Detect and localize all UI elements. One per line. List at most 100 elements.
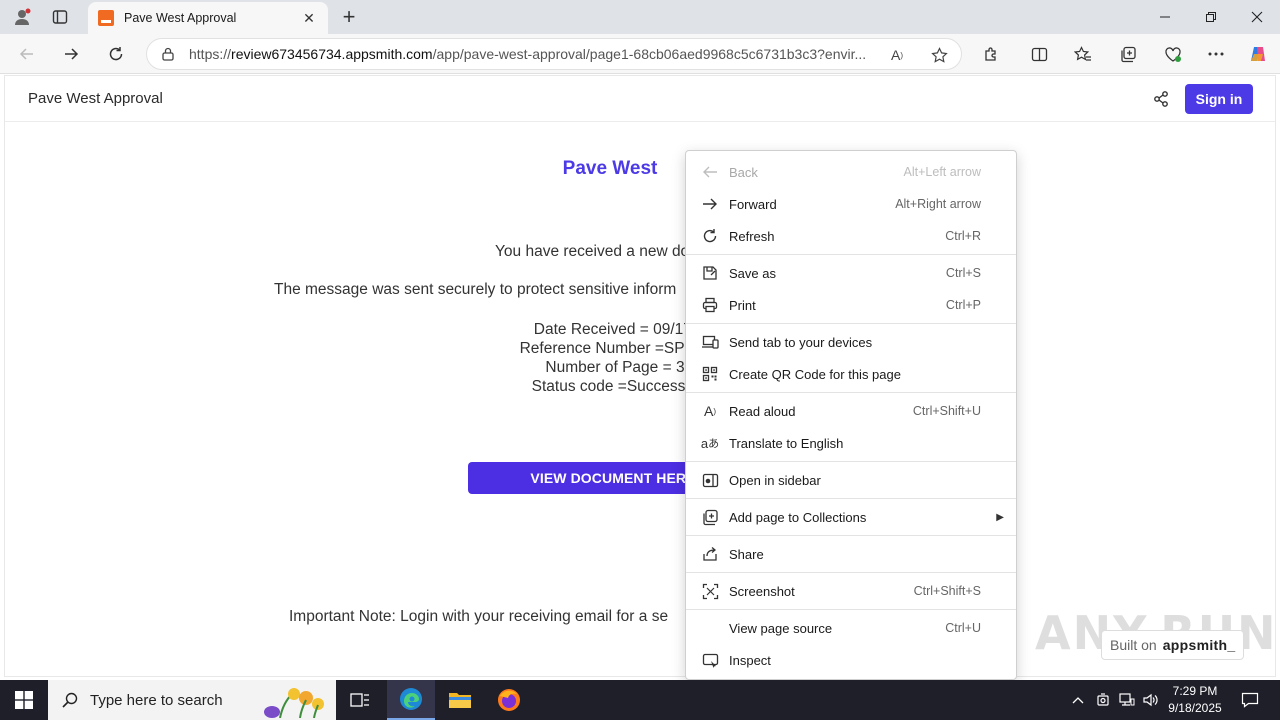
taskbar-edge[interactable] — [387, 680, 435, 720]
context-menu: Back Alt+Left arrow Forward Alt+Right ar… — [685, 150, 1017, 680]
page-content: Pave West Approval Sign in Pave West You… — [4, 75, 1276, 677]
received-message: You have received a new do — [495, 243, 690, 260]
volume-icon[interactable] — [1140, 680, 1162, 720]
page-title: Pave West — [562, 158, 658, 179]
menu-item-open-in-sidebar[interactable]: Open in sidebar — [686, 464, 1016, 496]
menu-divider — [686, 498, 1016, 499]
task-view-icon — [350, 693, 369, 707]
network-icon[interactable] — [1116, 680, 1138, 720]
taskbar-clock[interactable]: 7:29 PM 9/18/2025 — [1160, 683, 1230, 717]
clock-time: 7:29 PM — [1172, 684, 1218, 698]
tray-device-icon[interactable] — [1092, 680, 1114, 720]
collections-button[interactable] — [1113, 39, 1143, 69]
forward-button[interactable] — [56, 39, 86, 69]
menu-shortcut: Alt+Left arrow — [903, 165, 981, 179]
extensions-button[interactable] — [976, 39, 1006, 69]
restore-button[interactable] — [1188, 0, 1234, 34]
menu-item-print[interactable]: Print Ctrl+P — [686, 289, 1016, 321]
menu-item-forward[interactable]: Forward Alt+Right arrow — [686, 188, 1016, 220]
menu-item-read-aloud[interactable]: A) Read aloud Ctrl+Shift+U — [686, 395, 1016, 427]
copilot-button[interactable] — [1243, 39, 1273, 69]
menu-label: Share — [729, 546, 764, 562]
menu-shortcut: Ctrl+P — [945, 298, 981, 312]
devices-icon — [700, 332, 720, 352]
taskbar: Type here to search 7:29 PM 9/18/2025 — [0, 680, 1280, 720]
extensions-icon — [984, 46, 996, 61]
menu-item-share[interactable]: Share — [686, 538, 1016, 570]
menu-item-inspect[interactable]: Inspect — [686, 644, 1016, 676]
firefox-icon — [498, 689, 520, 711]
tab-bar: Pave West Approval ✕ + — [0, 0, 1280, 34]
menu-label: Add page to Collections — [729, 509, 867, 525]
menu-item-back[interactable]: Back Alt+Left arrow — [686, 156, 1016, 188]
menu-shortcut: Ctrl+R — [945, 229, 981, 243]
menu-divider — [686, 323, 1016, 324]
refresh-button[interactable] — [101, 39, 131, 69]
settings-more-button[interactable] — [1201, 39, 1231, 69]
favorites-icon — [1074, 45, 1091, 61]
more-dots-icon — [1208, 52, 1224, 56]
menu-item-send-tab[interactable]: Send tab to your devices — [686, 326, 1016, 358]
minimize-button[interactable] — [1142, 0, 1188, 34]
show-hidden-icons-button[interactable] — [1068, 680, 1088, 720]
built-on-appsmith-badge[interactable]: Built on appsmith_ — [1101, 630, 1244, 660]
new-tab-button[interactable]: + — [336, 4, 362, 30]
appsmith-logo: appsmith_ — [1162, 637, 1236, 653]
folder-icon — [449, 693, 471, 708]
profile-button[interactable] — [8, 4, 36, 30]
close-icon — [1251, 11, 1263, 23]
tab-actions-button[interactable] — [46, 4, 74, 30]
menu-divider — [686, 535, 1016, 536]
menu-item-refresh[interactable]: Refresh Ctrl+R — [686, 220, 1016, 252]
menu-item-add-to-collections[interactable]: Add page to Collections ▶ — [686, 501, 1016, 533]
secure-message: The message was sent securely to protect… — [274, 281, 677, 298]
taskbar-search-box[interactable]: Type here to search — [48, 680, 336, 720]
restore-icon — [1206, 12, 1216, 22]
menu-divider — [686, 392, 1016, 393]
search-placeholder: Type here to search — [90, 691, 223, 709]
taskbar-firefox[interactable] — [485, 680, 533, 720]
menu-item-save-as[interactable]: Save as Ctrl+S — [686, 257, 1016, 289]
inspect-icon — [700, 650, 720, 670]
sign-in-button[interactable]: Sign in — [1185, 84, 1253, 114]
qr-code-icon — [700, 364, 720, 384]
notification-icon — [1241, 692, 1259, 708]
task-view-button[interactable] — [336, 680, 384, 720]
menu-item-translate[interactable]: aあ Translate to English — [686, 427, 1016, 459]
back-arrow-icon — [19, 48, 33, 60]
share-app-icon[interactable] — [1151, 89, 1171, 109]
back-button[interactable] — [12, 39, 42, 69]
menu-label: Create QR Code for this page — [729, 366, 901, 382]
menu-divider — [686, 254, 1016, 255]
start-button[interactable] — [0, 680, 48, 720]
minimize-icon — [1160, 16, 1170, 18]
menu-shortcut: Ctrl+Shift+S — [913, 584, 981, 598]
copilot-icon — [1251, 47, 1265, 61]
tab-title: Pave West Approval — [124, 11, 237, 25]
read-aloud-icon[interactable]: A) — [887, 45, 907, 65]
favorites-button[interactable] — [1068, 39, 1098, 69]
address-bar[interactable]: https://review673456734.appsmith.com/app… — [146, 38, 962, 70]
menu-item-view-page-source[interactable]: View page source Ctrl+U — [686, 612, 1016, 644]
menu-label: Open in sidebar — [729, 472, 821, 488]
heart-pulse-icon — [1165, 46, 1181, 62]
refresh-icon — [109, 47, 123, 61]
notifications-button[interactable] — [1232, 680, 1268, 720]
close-tab-icon[interactable]: ✕ — [300, 9, 318, 27]
menu-label: Inspect — [729, 652, 771, 668]
menu-item-screenshot[interactable]: Screenshot Ctrl+Shift+S — [686, 575, 1016, 607]
collections-icon — [1120, 46, 1136, 62]
browser-essentials-button[interactable] — [1158, 39, 1188, 69]
search-highlight-flowers-icon — [264, 688, 324, 718]
forward-arrow-icon — [65, 48, 79, 60]
windows-logo-icon — [15, 691, 33, 709]
taskbar-file-explorer[interactable] — [436, 680, 484, 720]
menu-shortcut: Ctrl+U — [945, 621, 981, 635]
tab-pave-west-approval[interactable]: Pave West Approval ✕ — [88, 2, 328, 34]
favorite-star-icon[interactable] — [929, 45, 949, 65]
navigation-bar: https://review673456734.appsmith.com/app… — [0, 34, 1280, 74]
menu-item-create-qr-code[interactable]: Create QR Code for this page — [686, 358, 1016, 390]
edge-browser-icon — [400, 688, 422, 710]
close-window-button[interactable] — [1234, 0, 1280, 34]
split-screen-button[interactable] — [1024, 39, 1054, 69]
